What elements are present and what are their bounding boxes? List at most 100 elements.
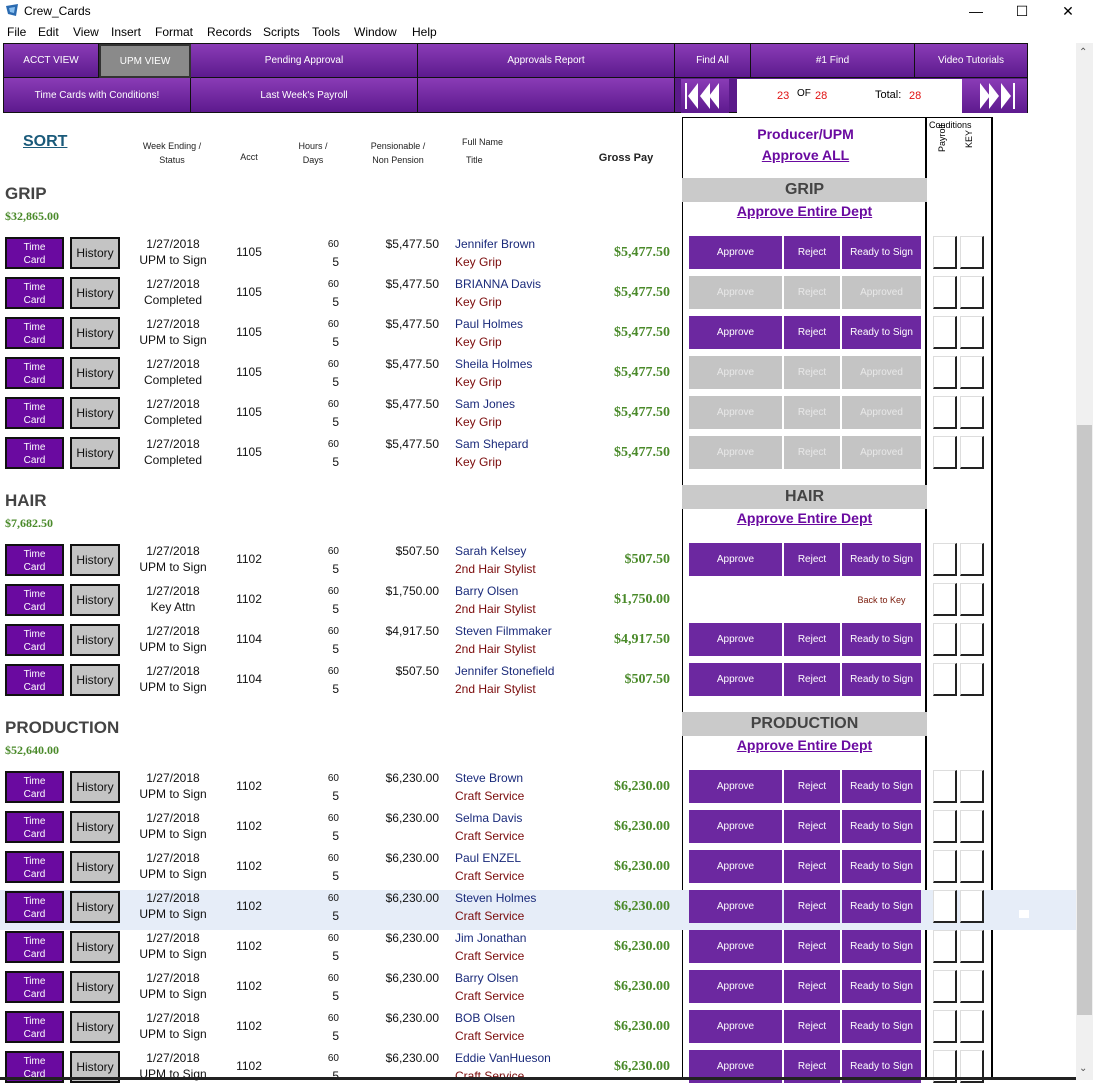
payroll-condition-checkbox[interactable] — [933, 316, 957, 349]
time-cards-conditions-button[interactable]: Time Cards with Conditions! — [4, 78, 191, 113]
reject-button[interactable]: Reject — [784, 316, 840, 349]
ready-to-sign-button[interactable]: Ready to Sign — [842, 623, 921, 656]
menu-format[interactable]: Format — [155, 25, 193, 39]
payroll-condition-checkbox[interactable] — [933, 1010, 957, 1043]
last-week-payroll-button[interactable]: Last Week's Payroll — [191, 78, 418, 113]
payroll-condition-checkbox[interactable] — [933, 663, 957, 696]
ready-to-sign-button[interactable]: Ready to Sign — [842, 890, 921, 923]
payroll-condition-checkbox[interactable] — [933, 623, 957, 656]
key-condition-checkbox[interactable] — [960, 930, 984, 963]
approve-button[interactable]: Approve — [689, 850, 782, 883]
approve-button[interactable]: Approve — [689, 770, 782, 803]
reject-button[interactable]: Reject — [784, 236, 840, 269]
table-row[interactable]: Time Card History 1/27/2018 UPM to Sign 1… — [0, 970, 680, 1010]
close-button[interactable]: ✕ — [1045, 0, 1091, 22]
time-card-button[interactable]: Time Card — [5, 397, 64, 429]
table-row[interactable]: Time Card History 1/27/2018 UPM to Sign 1… — [0, 236, 680, 276]
time-card-button[interactable]: Time Card — [5, 624, 64, 656]
payroll-condition-checkbox[interactable] — [933, 810, 957, 843]
history-button[interactable]: History — [70, 317, 120, 349]
history-button[interactable]: History — [70, 357, 120, 389]
table-row[interactable]: Time Card History 1/27/2018 Key Attn 1102… — [0, 583, 680, 623]
vertical-scrollbar[interactable]: ⌃ ⌄ — [1076, 43, 1093, 1080]
payroll-condition-checkbox[interactable] — [933, 930, 957, 963]
sort-link[interactable]: SORT — [23, 133, 67, 151]
key-condition-checkbox[interactable] — [960, 663, 984, 696]
menu-tools[interactable]: Tools — [312, 25, 340, 39]
reject-button[interactable]: Reject — [784, 623, 840, 656]
key-condition-checkbox[interactable] — [960, 583, 984, 616]
approve-button[interactable]: Approve — [689, 236, 782, 269]
time-card-button[interactable]: Time Card — [5, 584, 64, 616]
ready-to-sign-button[interactable]: Ready to Sign — [842, 850, 921, 883]
payroll-condition-checkbox[interactable] — [933, 770, 957, 803]
menu-scripts[interactable]: Scripts — [263, 25, 300, 39]
table-row[interactable]: Time Card History 1/27/2018 UPM to Sign 1… — [0, 663, 680, 703]
time-card-button[interactable]: Time Card — [5, 544, 64, 576]
table-row[interactable]: Time Card History 1/27/2018 UPM to Sign 1… — [0, 810, 680, 850]
reject-button[interactable]: Reject — [784, 810, 840, 843]
ready-to-sign-button[interactable]: Ready to Sign — [842, 930, 921, 963]
payroll-condition-checkbox[interactable] — [933, 543, 957, 576]
history-button[interactable]: History — [70, 237, 120, 269]
time-card-button[interactable]: Time Card — [5, 811, 64, 843]
history-button[interactable]: History — [70, 584, 120, 616]
table-row[interactable]: Time Card History 1/27/2018 Completed 110… — [0, 396, 680, 436]
key-condition-checkbox[interactable] — [960, 970, 984, 1003]
time-card-button[interactable]: Time Card — [5, 237, 64, 269]
approve-button[interactable]: Approve — [689, 623, 782, 656]
time-card-button[interactable]: Time Card — [5, 1011, 64, 1043]
upm-view-button[interactable]: UPM VIEW — [99, 44, 191, 78]
nav-next-last[interactable] — [962, 79, 1027, 113]
payroll-condition-checkbox[interactable] — [933, 276, 957, 309]
key-condition-checkbox[interactable] — [960, 356, 984, 389]
ready-to-sign-button[interactable]: Ready to Sign — [842, 543, 921, 576]
time-card-button[interactable]: Time Card — [5, 277, 64, 309]
history-button[interactable]: History — [70, 277, 120, 309]
time-card-button[interactable]: Time Card — [5, 437, 64, 469]
approvals-report-button[interactable]: Approvals Report — [418, 44, 675, 78]
history-button[interactable]: History — [70, 971, 120, 1003]
approve-all-link[interactable]: Approve ALL — [683, 147, 928, 163]
scroll-down-icon[interactable]: ⌄ — [1079, 1063, 1087, 1074]
reject-button[interactable]: Reject — [784, 770, 840, 803]
payroll-condition-checkbox[interactable] — [933, 850, 957, 883]
approve-button[interactable]: Approve — [689, 930, 782, 963]
ready-to-sign-button[interactable]: Ready to Sign — [842, 316, 921, 349]
reject-button[interactable]: Reject — [784, 543, 840, 576]
key-condition-checkbox[interactable] — [960, 770, 984, 803]
reject-button[interactable]: Reject — [784, 970, 840, 1003]
ready-to-sign-button[interactable]: Ready to Sign — [842, 236, 921, 269]
table-row[interactable]: Time Card History 1/27/2018 Completed 110… — [0, 356, 680, 396]
menu-edit[interactable]: Edit — [38, 25, 59, 39]
key-condition-checkbox[interactable] — [960, 276, 984, 309]
menu-file[interactable]: File — [7, 25, 26, 39]
ready-to-sign-button[interactable]: Ready to Sign — [842, 770, 921, 803]
first-find-button[interactable]: #1 Find — [751, 44, 915, 78]
time-card-button[interactable]: Time Card — [5, 891, 64, 923]
history-button[interactable]: History — [70, 624, 120, 656]
history-button[interactable]: History — [70, 664, 120, 696]
back-to-key-button[interactable]: Back to Key — [842, 583, 921, 616]
key-condition-checkbox[interactable] — [960, 436, 984, 469]
key-condition-checkbox[interactable] — [960, 623, 984, 656]
acct-view-button[interactable]: ACCT VIEW — [4, 44, 99, 78]
menu-insert[interactable]: Insert — [111, 25, 141, 39]
key-condition-checkbox[interactable] — [960, 810, 984, 843]
approve-button[interactable]: Approve — [689, 810, 782, 843]
approve-dept-link[interactable]: Approve Entire Dept — [682, 737, 927, 753]
table-row[interactable]: Time Card History 1/27/2018 UPM to Sign 1… — [0, 770, 680, 810]
approve-button[interactable]: Approve — [689, 316, 782, 349]
payroll-condition-checkbox[interactable] — [933, 236, 957, 269]
ready-to-sign-button[interactable]: Ready to Sign — [842, 970, 921, 1003]
history-button[interactable]: History — [70, 891, 120, 923]
table-row[interactable]: Time Card History 1/27/2018 UPM to Sign 1… — [0, 1050, 680, 1090]
time-card-button[interactable]: Time Card — [5, 664, 64, 696]
table-row[interactable]: Time Card History 1/27/2018 UPM to Sign 1… — [0, 623, 680, 663]
reject-button[interactable]: Reject — [784, 663, 840, 696]
key-condition-checkbox[interactable] — [960, 396, 984, 429]
maximize-button[interactable]: ☐ — [999, 0, 1045, 22]
approve-button[interactable]: Approve — [689, 1010, 782, 1043]
table-row[interactable]: Time Card History 1/27/2018 Completed 110… — [0, 436, 680, 476]
time-card-button[interactable]: Time Card — [5, 971, 64, 1003]
